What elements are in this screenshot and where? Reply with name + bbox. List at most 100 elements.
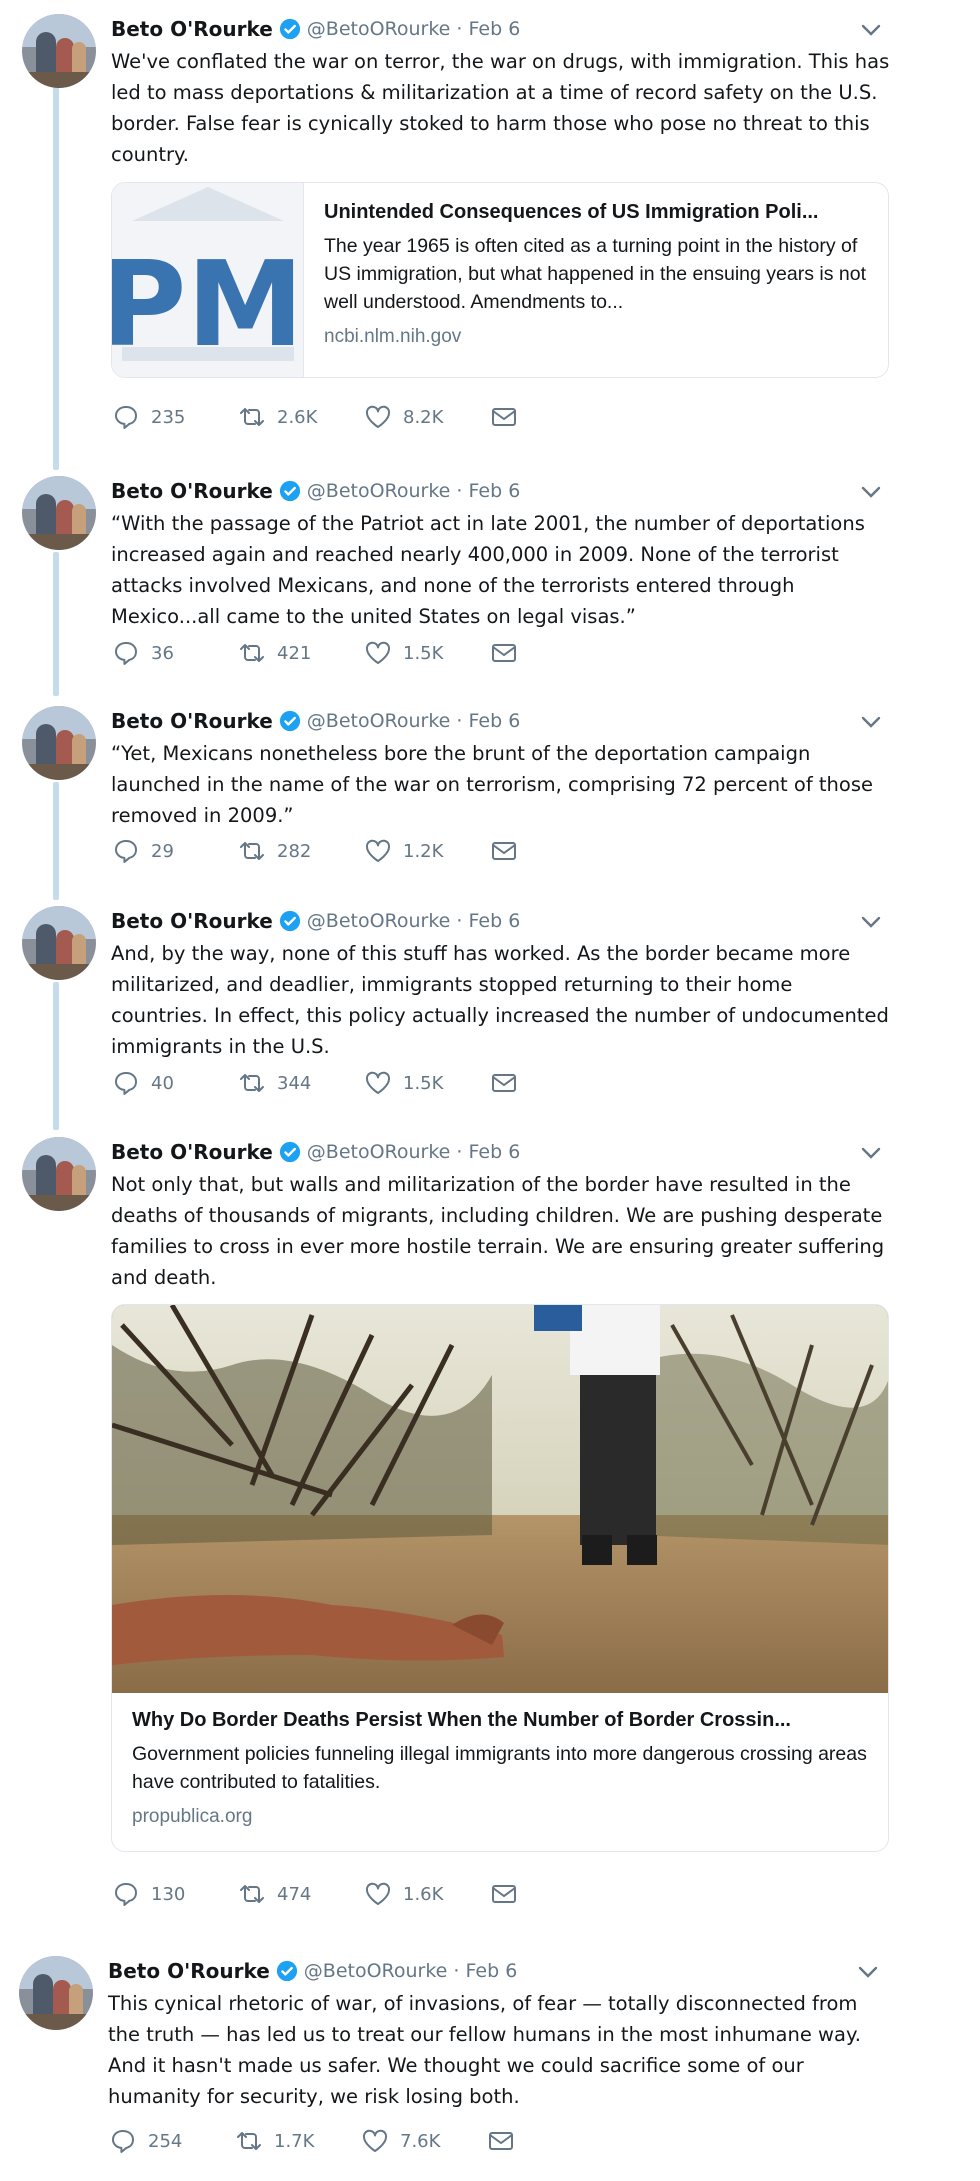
envelope-icon: [492, 644, 516, 662]
tweet[interactable]: Beto O'Rourke @BetoORourke · Feb 6 We've…: [0, 14, 980, 454]
reply-count: 235: [151, 406, 186, 428]
author-name[interactable]: Beto O'Rourke: [111, 909, 273, 933]
link-card[interactable]: Why Do Border Deaths Persist When the Nu…: [111, 1304, 889, 1852]
chevron-down-icon[interactable]: [860, 484, 882, 500]
retweet-count: 1.7K: [274, 2130, 315, 2152]
message-button[interactable]: [489, 836, 615, 866]
tweet-header: Beto O'Rourke @BetoORourke · Feb 6: [111, 16, 520, 42]
tweet-date[interactable]: Feb 6: [469, 480, 521, 502]
author-name[interactable]: Beto O'Rourke: [111, 1140, 273, 1164]
heart-icon: [365, 1071, 391, 1094]
tweet-header: Beto O'Rourke @BetoORourke · Feb 6: [111, 1139, 520, 1165]
tweet[interactable]: Beto O'Rourke @BetoORourke · Feb 6 “With…: [0, 476, 980, 686]
reply-button[interactable]: 40: [111, 1068, 237, 1098]
heart-icon: [362, 2129, 388, 2152]
author-name[interactable]: Beto O'Rourke: [111, 709, 273, 733]
tweet[interactable]: Beto O'Rourke @BetoORourke · Feb 6 Not o…: [0, 1137, 980, 1937]
verified-badge-icon: [279, 910, 300, 932]
like-count: 1.6K: [403, 1883, 444, 1905]
reply-icon: [112, 2130, 134, 2153]
message-button[interactable]: [489, 1068, 615, 1098]
avatar[interactable]: [22, 706, 96, 780]
author-name[interactable]: Beto O'Rourke: [108, 1959, 270, 1983]
like-button[interactable]: 1.2K: [363, 836, 489, 866]
separator-dot: ·: [447, 1960, 466, 1982]
card-photo: [112, 1305, 888, 1693]
message-button[interactable]: [489, 402, 615, 432]
retweet-icon: [237, 2132, 261, 2150]
avatar[interactable]: [22, 1137, 96, 1211]
tweet-date[interactable]: Feb 6: [469, 710, 521, 732]
retweet-button[interactable]: 1.7K: [234, 2126, 360, 2156]
retweet-icon: [240, 1074, 264, 1092]
retweet-button[interactable]: 421: [237, 638, 363, 668]
card-title: Unintended Consequences of US Immigratio…: [324, 201, 819, 223]
chevron-down-icon[interactable]: [860, 22, 882, 38]
message-button[interactable]: [486, 2126, 612, 2156]
avatar[interactable]: [19, 1956, 93, 2030]
like-button[interactable]: 1.5K: [363, 1068, 489, 1098]
verified-badge-icon: [279, 1141, 300, 1163]
author-handle[interactable]: @BetoORourke: [304, 1960, 448, 1982]
tweet-date[interactable]: Feb 6: [469, 18, 521, 40]
message-button[interactable]: [489, 638, 615, 668]
message-button[interactable]: [489, 1879, 615, 1909]
tweet-header: Beto O'Rourke @BetoORourke · Feb 6: [111, 908, 520, 934]
tweet-actions: 254 1.7K 7.6K: [108, 2126, 612, 2156]
tweet-date[interactable]: Feb 6: [466, 1960, 518, 1982]
avatar[interactable]: [22, 476, 96, 550]
envelope-icon: [492, 842, 516, 860]
tweet-text: This cynical rhetoric of war, of invasio…: [108, 1992, 861, 2108]
tweet-text: “Yet, Mexicans nonetheless bore the brun…: [111, 742, 873, 827]
author-name[interactable]: Beto O'Rourke: [111, 479, 273, 503]
author-handle[interactable]: @BetoORourke: [307, 18, 451, 40]
reply-button[interactable]: 254: [108, 2126, 234, 2156]
card-description: The year 1965 is often cited as a turnin…: [324, 235, 866, 313]
retweet-button[interactable]: 344: [237, 1068, 363, 1098]
author-handle[interactable]: @BetoORourke: [307, 910, 451, 932]
reply-button[interactable]: 235: [111, 402, 237, 432]
separator-dot: ·: [450, 480, 469, 502]
tweet[interactable]: Beto O'Rourke @BetoORourke · Feb 6 “Yet,…: [0, 706, 980, 886]
tweet-header: Beto O'Rourke @BetoORourke · Feb 6: [111, 478, 520, 504]
author-handle[interactable]: @BetoORourke: [307, 1141, 451, 1163]
chevron-down-icon[interactable]: [860, 1145, 882, 1161]
avatar[interactable]: [22, 14, 96, 88]
like-button[interactable]: 1.5K: [363, 638, 489, 668]
retweet-button[interactable]: 474: [237, 1879, 363, 1909]
avatar[interactable]: [22, 906, 96, 980]
chevron-down-icon[interactable]: [857, 1964, 879, 1980]
link-card[interactable]: PMC Unintended Consequences of US Immigr…: [111, 182, 889, 378]
like-count: 1.5K: [403, 1072, 444, 1094]
author-handle[interactable]: @BetoORourke: [307, 480, 451, 502]
reply-button[interactable]: 29: [111, 836, 237, 866]
tweet-date[interactable]: Feb 6: [469, 1141, 521, 1163]
tweet-text: Not only that, but walls and militarizat…: [111, 1173, 885, 1289]
card-description: Government policies funneling illegal im…: [132, 1743, 867, 1793]
author-handle[interactable]: @BetoORourke: [307, 710, 451, 732]
verified-badge-icon: [279, 480, 300, 502]
retweet-count: 474: [277, 1883, 312, 1905]
reply-icon: [115, 1072, 137, 1095]
tweet-date[interactable]: Feb 6: [469, 910, 521, 932]
card-domain: propublica.org: [132, 1806, 253, 1827]
tweet[interactable]: Beto O'Rourke @BetoORourke · Feb 6 And, …: [0, 906, 980, 1116]
reply-count: 36: [151, 642, 174, 664]
reply-count: 29: [151, 840, 174, 862]
tweet-actions: 29 282 1.2K: [111, 836, 615, 866]
retweet-button[interactable]: 2.6K: [237, 402, 363, 432]
retweet-button[interactable]: 282: [237, 836, 363, 866]
chevron-down-icon[interactable]: [860, 714, 882, 730]
retweet-icon: [240, 1885, 264, 1903]
like-button[interactable]: 7.6K: [360, 2126, 486, 2156]
reply-button[interactable]: 36: [111, 638, 237, 668]
tweet[interactable]: Beto O'Rourke @BetoORourke · Feb 6 This …: [0, 1956, 980, 2171]
like-button[interactable]: 1.6K: [363, 1879, 489, 1909]
card-title: Why Do Border Deaths Persist When the Nu…: [132, 1709, 791, 1731]
reply-button[interactable]: 130: [111, 1879, 237, 1909]
chevron-down-icon[interactable]: [860, 914, 882, 930]
retweet-count: 421: [277, 642, 312, 664]
separator-dot: ·: [450, 910, 469, 932]
like-button[interactable]: 8.2K: [363, 402, 489, 432]
author-name[interactable]: Beto O'Rourke: [111, 17, 273, 41]
